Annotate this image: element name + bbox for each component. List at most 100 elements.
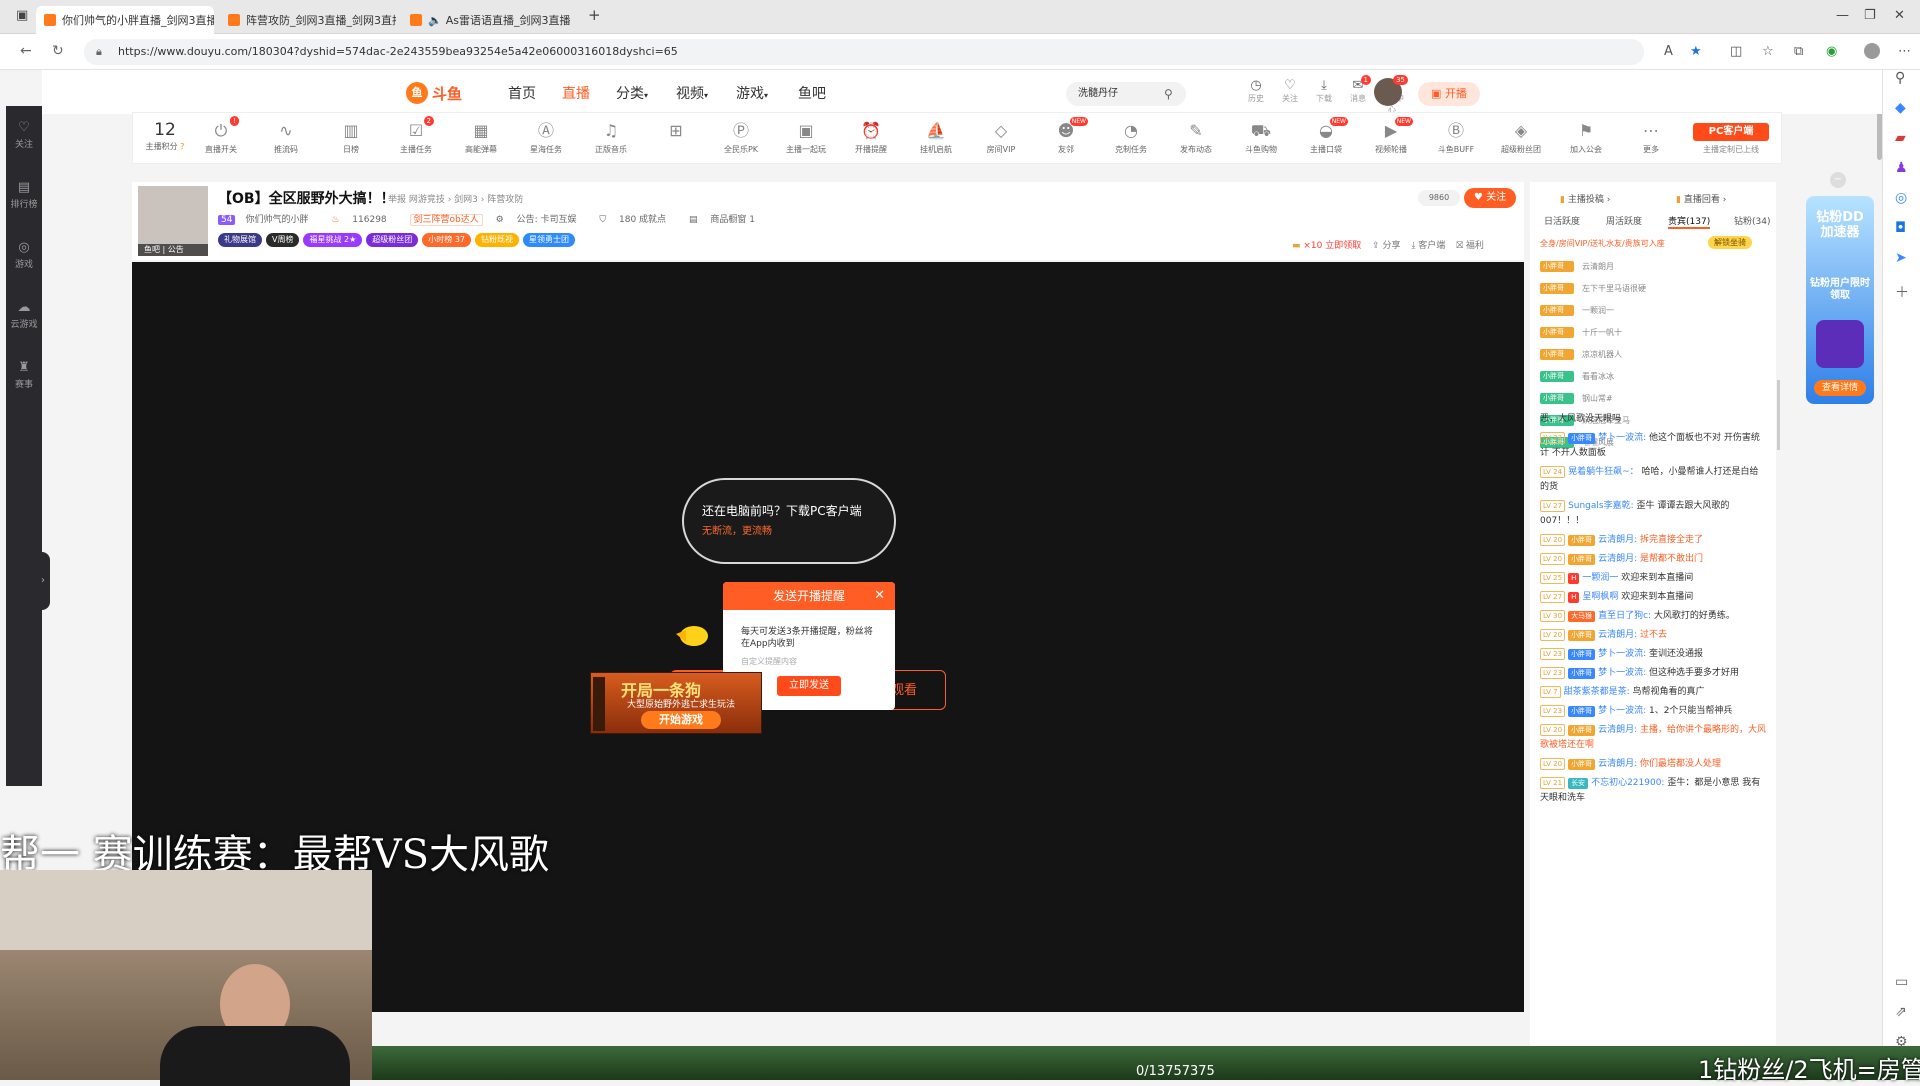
tools-icon[interactable]: ▰ — [1895, 130, 1906, 146]
toolbar-item-13[interactable]: ☻ 友邻 NEW — [1040, 117, 1092, 155]
tab-diamond-fans[interactable]: 钻粉(34) — [1734, 214, 1770, 227]
room-badge-4[interactable]: 小时榜 37 — [422, 233, 472, 247]
header-icon-3[interactable]: ✉ 消息 1 — [1344, 75, 1372, 104]
room-cover-image[interactable]: 鱼吧 | 公告 — [138, 186, 208, 256]
vip-list-item[interactable]: 小胖哥 凉凉机器人 — [1540, 346, 1622, 362]
close-window-button[interactable]: ✕ — [1894, 8, 1905, 23]
chat-username[interactable]: 云清朗月: — [1598, 535, 1637, 545]
external-link-icon[interactable]: ⇗ — [1895, 1004, 1907, 1020]
browser-tab-2[interactable]: 阵营攻防_剑网3直播_剑网3直播... ✕ — [220, 6, 396, 34]
chat-username[interactable]: 甜茶紫茶都是茶: — [1564, 687, 1630, 697]
url-input[interactable]: 🔒︎ https://www.douyu.com/180304?dyshid=5… — [84, 39, 1644, 65]
chat-username[interactable]: 云清朗月: — [1598, 630, 1637, 640]
toolbar-item-18[interactable]: ▶ 视频轮播 NEW — [1365, 117, 1417, 155]
room-tags[interactable]: 举报 网游竞技 › 剑网3 › 阵营攻防 — [388, 192, 523, 205]
tab-close-icon[interactable]: ✕ — [570, 13, 578, 27]
nav-category[interactable]: 分类▾ — [616, 83, 648, 103]
toolbar-item-1[interactable]: ∿ 推流码 — [260, 121, 312, 155]
chat-username[interactable]: 不忘初心221900: — [1591, 778, 1664, 788]
search-input[interactable]: 洗髓丹仔 ⚲ — [1066, 82, 1186, 106]
toolbar-item-12[interactable]: ◇ 房间VIP — [975, 121, 1027, 155]
search-icon[interactable]: ⚲ — [1895, 70, 1905, 86]
room-badge-1[interactable]: V周榜 — [266, 233, 300, 247]
split-screen-icon[interactable]: ◫ — [1730, 44, 1742, 59]
room-badge-5[interactable]: 钻粉既视 — [475, 233, 520, 247]
toolbar-item-8[interactable]: Ⓟ 全民乐PK — [715, 121, 767, 155]
search-icon[interactable]: ⚲ — [1164, 82, 1173, 106]
follow-button[interactable]: ♥ 关注 — [1464, 188, 1516, 208]
refresh-icon[interactable]: ↻ — [52, 43, 64, 59]
back-icon[interactable]: ← — [20, 43, 32, 59]
toolbar-item-19[interactable]: Ⓑ 斗鱼BUFF — [1430, 121, 1482, 155]
header-icon-2[interactable]: ⤓ 下载 — [1310, 78, 1338, 104]
chat-username[interactable]: 直至日了狗c: — [1598, 611, 1651, 621]
chat-username[interactable]: 一颗润一 — [1582, 573, 1618, 583]
sidebar-expand-handle[interactable]: › — [36, 552, 50, 610]
unlock-mount-button[interactable]: 解锁坐骑 — [1708, 236, 1752, 249]
anchor-score[interactable]: 12 主播积分 ? — [141, 119, 189, 152]
open-live-button[interactable]: ▣ 开播 — [1418, 82, 1480, 106]
vip-list-item[interactable]: 小胖哥 钢山常# — [1540, 390, 1613, 406]
claim-reward-button[interactable]: ×10 立即领取 — [1303, 241, 1361, 251]
collections-icon[interactable]: ⧉ — [1794, 44, 1803, 59]
browser-tab-1[interactable]: 你们帅气的小胖直播_剑网3直播... ✕ — [36, 6, 214, 34]
browser-tab-3[interactable]: 🔈 As雷语语直播_剑网3直播 ✕ — [402, 6, 578, 34]
toolbar-item-22[interactable]: ⋯ 更多 — [1625, 121, 1677, 155]
welfare-button[interactable]: 福利 — [1466, 241, 1484, 251]
chat-username[interactable]: 梦卜一波流: — [1598, 706, 1646, 716]
chat-username[interactable]: 梦卜一波流: — [1598, 433, 1646, 443]
toolbar-item-15[interactable]: ✎ 发布动态 — [1170, 121, 1222, 155]
vip-list-item[interactable]: 小胖哥 左下干里马语很硬 — [1540, 280, 1646, 296]
outlook-icon[interactable]: ◘ — [1895, 220, 1906, 236]
nav-live[interactable]: 直播 — [562, 83, 590, 103]
toolbar-item-21[interactable]: ⚑ 加入公会 — [1560, 121, 1612, 155]
toolbar-item-20[interactable]: ◈ 超级粉丝团 — [1495, 121, 1547, 155]
pc-client-button[interactable]: PC客户端 — [1693, 123, 1769, 141]
extension-icon[interactable]: ◉ — [1826, 44, 1837, 59]
anchor-name[interactable]: 你们帅气的小胖 — [245, 215, 308, 225]
chat-username[interactable]: 云清朗月: — [1598, 554, 1637, 564]
toolbar-item-6[interactable]: ♫ 正版音乐 — [585, 121, 637, 155]
toolbar-item-0[interactable]: ⏻ 直播开关! — [195, 116, 247, 155]
shop-window[interactable]: 商品橱窗 1 — [710, 215, 755, 225]
toolbar-item-5[interactable]: Ⓐ 星海任务 — [520, 121, 572, 155]
toolbar-item-3[interactable]: ☑ 主播任务 2 — [390, 116, 442, 155]
game-ad-banner[interactable]: 开局一条狗 大型原始野外逃亡求生玩法 开始游戏 — [590, 672, 762, 734]
cover-caption[interactable]: 鱼吧 | 公告 — [138, 244, 208, 256]
tab-actions-icon[interactable]: ▣ — [16, 8, 28, 23]
anchor-submission-link[interactable]: ▮ 主播投稿 › — [1560, 192, 1610, 205]
chat-username[interactable]: Sungals李嘉乾: — [1568, 501, 1634, 511]
start-game-button[interactable]: 开始游戏 — [641, 711, 721, 729]
room-badge-6[interactable]: 星领勇士团 — [523, 233, 576, 247]
dialog-close-icon[interactable]: ✕ — [874, 582, 885, 610]
douyu-logo[interactable]: 鱼 斗鱼 — [406, 80, 462, 106]
profile-avatar[interactable] — [1864, 43, 1880, 59]
room-badge-0[interactable]: 礼物展馆 — [218, 233, 262, 247]
toolbar-item-7[interactable]: ⊞ — [650, 121, 702, 144]
maximize-button[interactable]: ❐ — [1864, 8, 1876, 23]
tab-daily-activity[interactable]: 日活跃度 — [1544, 214, 1580, 227]
vip-list-item[interactable]: 小胖哥 云清朗月 — [1540, 258, 1614, 274]
send-icon[interactable]: ➤ — [1895, 250, 1907, 266]
toolbar-item-11[interactable]: ⛵ 挂机启航 — [910, 121, 962, 155]
toolbar-item-17[interactable]: ◒ 主播口袋 NEW — [1300, 117, 1352, 155]
honor-badge[interactable]: 剑三阵营ob达人 — [409, 214, 483, 226]
new-tab-button[interactable]: + — [588, 6, 601, 24]
header-icon-1[interactable]: ♡ 关注 — [1276, 78, 1304, 104]
shopping-icon[interactable]: ◆ — [1895, 100, 1906, 116]
read-aloud-icon[interactable]: A — [1664, 44, 1673, 59]
tab-weekly-activity[interactable]: 周活跃度 — [1606, 214, 1642, 227]
promo-details-button[interactable]: 查看详情 — [1814, 380, 1866, 396]
toolbar-item-16[interactable]: ⛟ 斗鱼购物 — [1235, 121, 1287, 155]
toolbar-item-4[interactable]: ▦ 高能弹幕 — [455, 121, 507, 155]
office-icon[interactable]: ◎ — [1895, 190, 1907, 206]
toolbar-item-10[interactable]: ⏰ 开播提醒 — [845, 121, 897, 155]
dd-accelerator-promo[interactable]: 钻粉DD加速器 钻粉用户限时领取 查看详情 — [1806, 196, 1874, 404]
left-sidebar-item-1[interactable]: ▤ 排行榜 — [6, 180, 42, 210]
chat-username[interactable]: 呈啊枫啊 — [1582, 592, 1618, 602]
add-icon[interactable]: ＋ — [1895, 282, 1909, 302]
left-sidebar-item-2[interactable]: ◎ 游戏 — [6, 240, 42, 270]
sidebar-toggle-icon[interactable]: ▭ — [1895, 974, 1908, 990]
vip-list-item[interactable]: 小胖哥 一颗润一 — [1540, 302, 1614, 318]
left-sidebar-item-3[interactable]: ☁ 云游戏 — [6, 300, 42, 330]
